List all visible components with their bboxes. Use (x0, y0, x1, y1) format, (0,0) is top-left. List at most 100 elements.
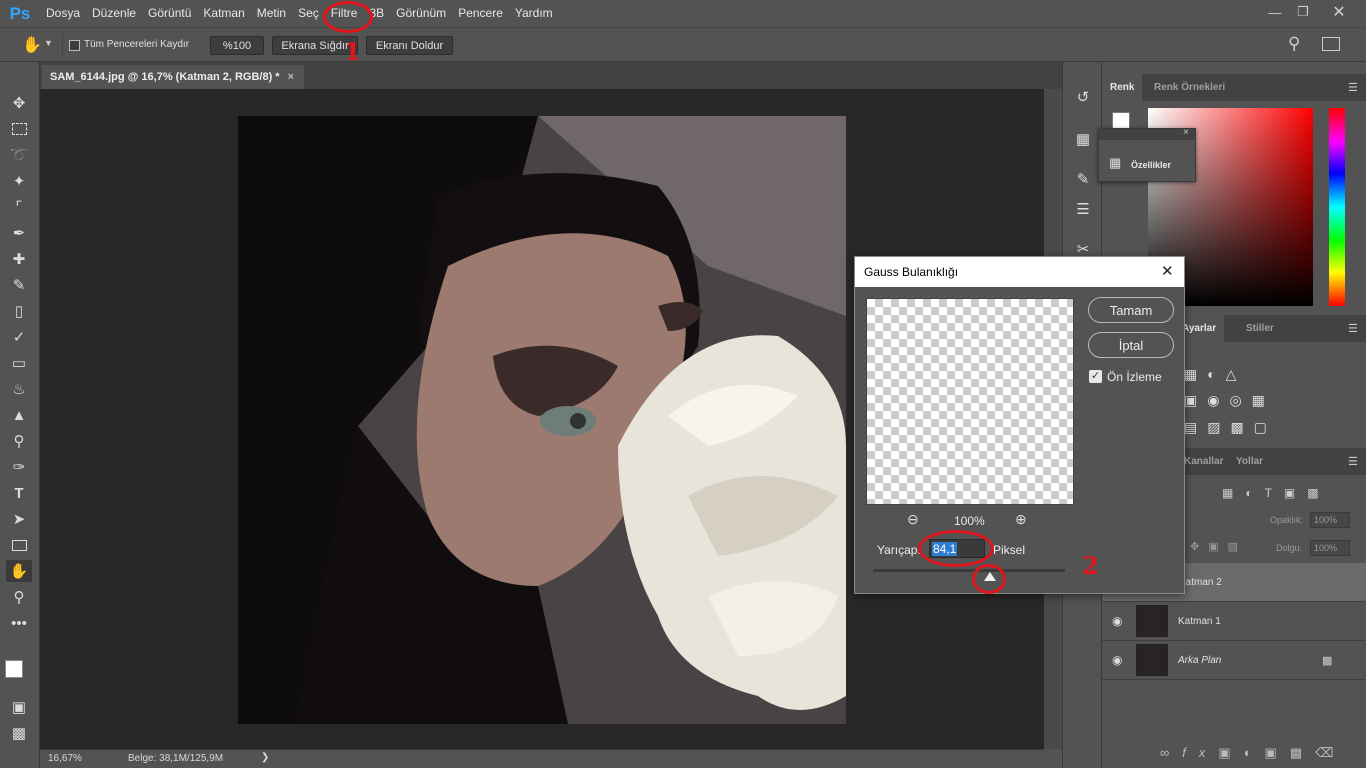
menu-dosya[interactable]: Dosya (40, 0, 86, 27)
tab-renk-ornekleri[interactable]: Renk Örnekleri (1146, 74, 1233, 101)
document-tab[interactable]: SAM_6144.jpg @ 16,7% (Katman 2, RGB/8) *… (42, 65, 304, 89)
panel-menu-icon[interactable]: ☰ (1348, 81, 1358, 94)
menu-metin[interactable]: Metin (251, 0, 292, 27)
adjustment-icons-row-3[interactable]: ▤▨▩▢ (1184, 419, 1277, 436)
more-tools-icon[interactable]: ••• (6, 612, 32, 634)
type-tool-icon[interactable]: T (6, 482, 32, 504)
zoom-out-icon[interactable]: ⊖ (907, 511, 919, 528)
preview-area[interactable] (866, 298, 1074, 505)
eye-visibility-icon[interactable]: ◉ (1112, 614, 1126, 628)
brush-tool-icon[interactable]: ✎ (6, 274, 32, 296)
eraser-tool-icon[interactable]: ▭ (6, 352, 32, 374)
status-menu-arrow-icon[interactable]: ❯ (261, 752, 269, 763)
layer-footer-icons[interactable]: ∞fx▣◐▣▩⌫ (1160, 745, 1347, 761)
document-tab-strip: SAM_6144.jpg @ 16,7% (Katman 2, RGB/8) *… (40, 62, 1062, 89)
radius-unit: Piksel (993, 543, 1026, 557)
zoom-100-button[interactable]: %100 (210, 36, 264, 55)
adjustment-icons-row-2[interactable]: ▣◉◎▦ (1184, 392, 1275, 409)
move-tool-icon[interactable]: ✥ (6, 92, 32, 114)
zoom-tool-icon[interactable]: ⚲ (6, 586, 32, 608)
zoom-level[interactable]: 16,67% (48, 753, 82, 764)
stamp-tool-icon[interactable]: ▯ (6, 300, 32, 322)
blur-tool-icon[interactable]: ▲ (6, 404, 32, 426)
annotation-ellipse-filtre (323, 1, 373, 33)
fill-input[interactable]: 100% (1310, 540, 1350, 556)
chevron-down-icon[interactable]: ▼ (44, 38, 53, 48)
eyedropper-tool-icon[interactable]: ✒ (6, 222, 32, 244)
menu-gorunum[interactable]: Görünüm (390, 0, 452, 27)
menu-bar: Ps Dosya Düzenle Görüntü Katman Metin Se… (0, 0, 1366, 27)
properties-panel-icon[interactable]: ▦ (1071, 128, 1095, 150)
path-select-icon[interactable]: ➤ (6, 508, 32, 530)
properties-label[interactable]: Özellikler (1131, 160, 1171, 170)
zoom-in-icon[interactable]: ⊕ (1015, 511, 1027, 528)
foreground-color-swatch[interactable] (5, 660, 23, 678)
lock-icons[interactable]: ✥▣▨ (1190, 540, 1247, 553)
fill-screen-button[interactable]: Ekranı Doldur (366, 36, 453, 55)
hue-slider[interactable] (1329, 108, 1345, 306)
layer-name: Arka Plan (1178, 654, 1222, 666)
layer-thumbnail (1136, 605, 1168, 637)
adjustment-icons-row-1[interactable]: ▦◐△ (1184, 366, 1246, 383)
panel-menu-icon[interactable]: ☰ (1348, 455, 1358, 468)
opacity-input[interactable]: 100% (1310, 512, 1350, 528)
workspace-icon[interactable] (1322, 37, 1340, 51)
menu-duzenle[interactable]: Düzenle (86, 0, 142, 27)
eye-visibility-icon[interactable]: ◉ (1112, 653, 1126, 667)
lasso-tool-icon[interactable]: ➰ (6, 144, 32, 166)
menu-sec[interactable]: Seç (292, 0, 325, 27)
close-icon[interactable]: × (1183, 127, 1189, 138)
preview-zoom-percent: 100% (954, 514, 985, 528)
adjust-sliders-icon[interactable]: ☰ (1071, 198, 1095, 220)
layer-filter-icons[interactable]: ▦◐T▣▩ (1222, 486, 1331, 500)
rectangle-tool-icon[interactable] (6, 534, 32, 556)
close-window-icon[interactable]: ✕ (1326, 2, 1352, 22)
pen-tool-icon[interactable]: ✑ (6, 456, 32, 478)
search-icon[interactable]: ⚲ (1288, 34, 1300, 54)
quick-mask-icon[interactable]: ▣ (6, 696, 32, 718)
dialog-title-bar[interactable]: Gauss Bulanıklığı ✕ (855, 257, 1184, 287)
panel-menu-icon[interactable]: ☰ (1348, 322, 1358, 335)
options-bar: ✋ ▼ Tüm Pencereleri Kaydır %100 Ekrana S… (0, 27, 1366, 62)
menu-pencere[interactable]: Pencere (452, 0, 509, 27)
annotation-number-1: 1 (344, 37, 361, 66)
annotation-number-2: 2 (1082, 551, 1099, 580)
ok-button[interactable]: Tamam (1088, 297, 1174, 323)
radius-slider-track[interactable] (873, 569, 1065, 572)
document-image[interactable] (238, 116, 846, 724)
properties-float-panel: × ▦ Özellikler (1098, 127, 1196, 182)
restore-icon[interactable]: ❐ (1290, 2, 1316, 22)
menu-katman[interactable]: Katman (197, 0, 250, 27)
crop-tool-icon[interactable]: ⌜ (6, 196, 32, 218)
close-tab-icon[interactable]: × (288, 71, 294, 83)
minimize-icon[interactable]: — (1262, 2, 1288, 22)
brush-presets-icon[interactable]: ✎ (1071, 168, 1095, 190)
hand-tool-icon[interactable]: ✋ (6, 560, 32, 582)
preview-checkbox[interactable]: ✓ (1089, 370, 1102, 383)
quick-select-tool-icon[interactable]: ✦ (6, 170, 32, 192)
menu-goruntu[interactable]: Görüntü (142, 0, 197, 27)
layer-thumbnail (1136, 644, 1168, 676)
scroll-all-label: Tüm Pencereleri Kaydır (84, 39, 190, 50)
hand-tool-preset-icon[interactable]: ✋ (22, 35, 42, 55)
cancel-button[interactable]: İptal (1088, 332, 1174, 358)
layer-row[interactable]: ◉ Arka Plan ▩ (1102, 641, 1366, 680)
history-brush-icon[interactable]: ✓ (6, 326, 32, 348)
dialog-body: ⊖ 100% ⊕ Tamam İptal ✓ Ön İzleme Yarıçap… (855, 287, 1184, 593)
marquee-tool-icon[interactable] (6, 118, 32, 140)
paint-bucket-icon[interactable]: ♨ (6, 378, 32, 400)
healing-brush-icon[interactable]: ✚ (6, 248, 32, 270)
screen-mode-icon[interactable]: ▩ (6, 722, 32, 744)
layer-row[interactable]: ◉ Katman 1 (1102, 602, 1366, 641)
history-panel-icon[interactable]: ↺ (1071, 86, 1095, 108)
tab-yollar[interactable]: Yollar (1228, 448, 1271, 475)
close-icon[interactable]: ✕ (1161, 257, 1174, 287)
float-panel-header[interactable] (1099, 129, 1195, 140)
radius-label: Yarıçap: (877, 543, 921, 557)
scroll-all-checkbox[interactable] (69, 40, 80, 51)
dodge-tool-icon[interactable]: ⚲ (6, 430, 32, 452)
portrait-photo (238, 116, 846, 724)
menu-yardim[interactable]: Yardım (509, 0, 559, 27)
tab-stiller[interactable]: Stiller (1238, 315, 1282, 342)
tab-renk[interactable]: Renk (1102, 74, 1143, 101)
